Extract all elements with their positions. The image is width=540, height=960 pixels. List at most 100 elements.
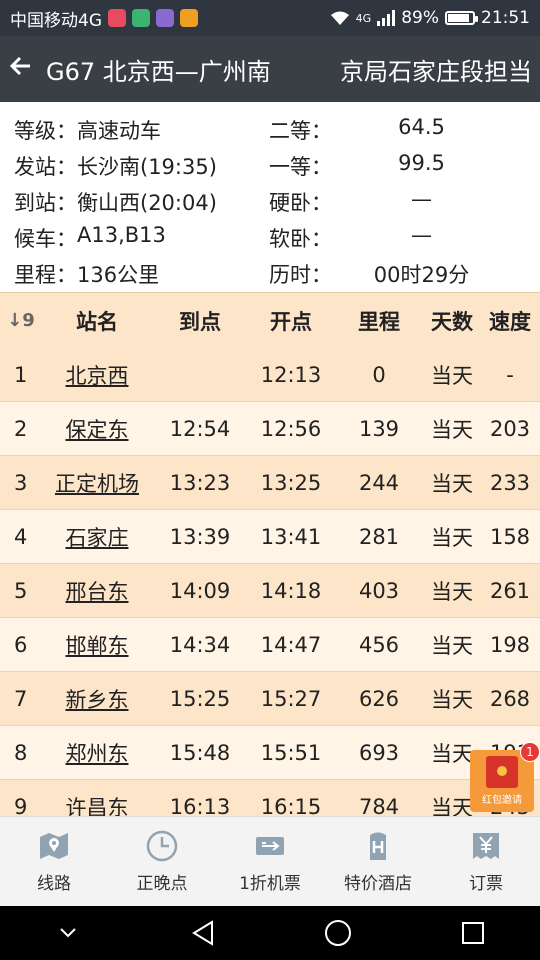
mileage: 626 (358, 686, 400, 711)
speed: - (506, 362, 514, 387)
nav-booking[interactable]: 订票 (432, 817, 540, 906)
back-triangle-icon[interactable] (183, 913, 223, 953)
row-index: 5 (14, 578, 28, 603)
station-link[interactable]: 石家庄 (42, 522, 152, 552)
row-index: 9 (14, 794, 28, 817)
nav-label: 特价酒店 (344, 874, 412, 894)
nav-hotel[interactable]: 特价酒店 (324, 817, 432, 906)
depart-time: 12:13 (260, 362, 322, 387)
header-depart: 开点 (270, 309, 312, 334)
row-index: 2 (14, 416, 28, 441)
station-link[interactable]: 邯郸东 (42, 630, 152, 660)
stops-table-body[interactable]: 1 北京西 12:13 0 当天 - 2 保定东 12:54 12:56 139… (0, 348, 540, 816)
speed: 268 (489, 686, 531, 711)
header-station-name: 站名 (76, 309, 118, 334)
nav-flight[interactable]: 1折机票 (216, 817, 324, 906)
header-speed: 速度 (489, 309, 531, 334)
nav-label: 线路 (37, 874, 71, 894)
sort-icon[interactable]: ↓9 (0, 310, 42, 331)
red-packet-button[interactable]: 红包邀请 1 (470, 742, 540, 812)
arrive-time: 14:34 (169, 632, 231, 657)
info-row: 里程： 136公里 历时： 00时29分 (14, 256, 526, 292)
row-index: 1 (14, 362, 28, 387)
station-link[interactable]: 邢台东 (42, 576, 152, 606)
notification-app-icon-3 (156, 9, 174, 27)
row-index: 8 (14, 740, 28, 765)
depart-time: 15:51 (260, 740, 322, 765)
days: 当天 (431, 417, 473, 442)
depart-time: 14:47 (260, 632, 322, 657)
waiting-room-value: A13,B13 (77, 223, 166, 247)
arrive-time: 13:23 (169, 470, 231, 495)
days: 当天 (431, 525, 473, 550)
days: 当天 (431, 363, 473, 388)
table-row[interactable]: 3 正定机场 13:23 13:25 244 当天 233 (0, 456, 540, 510)
notification-badge: 1 (520, 742, 540, 762)
table-row[interactable]: 1 北京西 12:13 0 当天 - (0, 348, 540, 402)
recents-square-icon[interactable] (453, 913, 493, 953)
nav-label: 1折机票 (239, 874, 301, 894)
arrive-time: 12:54 (169, 416, 231, 441)
train-info-panel: 等级： 高速动车 二等： 64.5 发站： 长沙南(19:35) 一等： 99.5 到站… (0, 102, 540, 292)
speed: 158 (489, 524, 531, 549)
table-row[interactable]: 2 保定东 12:54 12:56 139 当天 203 (0, 402, 540, 456)
mileage-value: 136公里 (77, 263, 160, 287)
notification-app-icon-1 (108, 9, 126, 27)
grade-value: 高速动车 (77, 119, 161, 143)
station-link[interactable]: 正定机场 (42, 468, 152, 498)
nav-route[interactable]: 线路 (0, 817, 108, 906)
signal-icon (377, 10, 396, 26)
plane-ticket-icon (253, 829, 287, 863)
arrive-time: 14:09 (169, 578, 231, 603)
arrive-time: 15:25 (169, 686, 231, 711)
wifi-icon (330, 11, 349, 25)
mileage: 244 (358, 470, 400, 495)
station-link[interactable]: 许昌东 (42, 792, 152, 817)
arrive-time: 13:39 (169, 524, 231, 549)
station-link[interactable]: 北京西 (42, 360, 152, 390)
mileage: 456 (358, 632, 400, 657)
station-link[interactable]: 新乡东 (42, 684, 152, 714)
depart-time: 14:18 (260, 578, 322, 603)
hotel-icon (361, 829, 395, 863)
info-row: 等级： 高速动车 二等： 64.5 (14, 112, 526, 148)
speed: 233 (489, 470, 531, 495)
header-mileage: 里程 (358, 309, 400, 334)
table-row[interactable]: 9 许昌东 16:13 16:15 784 当天 243 (0, 780, 540, 816)
depart-time: 16:15 (260, 794, 322, 817)
table-row[interactable]: 8 郑州东 15:48 15:51 693 当天 191 (0, 726, 540, 780)
chevron-down-icon[interactable] (48, 913, 88, 953)
nav-label: 正晚点 (136, 874, 188, 894)
duration-label: 历时： (269, 263, 332, 287)
table-row[interactable]: 6 邯郸东 14:34 14:47 456 当天 198 (0, 618, 540, 672)
nav-delay[interactable]: 正晚点 (108, 817, 216, 906)
mileage: 0 (372, 362, 386, 387)
days: 当天 (431, 633, 473, 658)
station-link[interactable]: 保定东 (42, 414, 152, 444)
table-row[interactable]: 7 新乡东 15:25 15:27 626 当天 268 (0, 672, 540, 726)
page-title: G67 北京西—广州南 (46, 57, 271, 86)
days: 当天 (431, 687, 473, 712)
arrow-left-icon[interactable] (8, 53, 42, 85)
table-row[interactable]: 4 石家庄 13:39 13:41 281 当天 158 (0, 510, 540, 564)
arrival-value: 衡山西(20:04) (77, 191, 217, 215)
table-row[interactable]: 5 邢台东 14:09 14:18 403 当天 261 (0, 564, 540, 618)
info-row: 候车： A13,B13 软卧： — (14, 220, 526, 256)
depart-time: 12:56 (260, 416, 322, 441)
mileage: 281 (358, 524, 400, 549)
mileage: 784 (358, 794, 400, 817)
station-link[interactable]: 郑州东 (42, 738, 152, 768)
info-row: 到站： 衡山西(20:04) 硬卧： — (14, 184, 526, 220)
map-pin-icon (37, 829, 71, 863)
status-left: 中国移动4G (10, 6, 198, 31)
grade-label: 等级： (14, 119, 77, 143)
hard-sleeper-price: — (411, 187, 432, 211)
home-circle-icon[interactable] (318, 913, 358, 953)
first-class-label: 一等： (269, 155, 332, 179)
system-nav-bar (0, 906, 540, 960)
red-envelope-icon (486, 756, 518, 788)
speed: 198 (489, 632, 531, 657)
network-type-label: 4G (355, 11, 372, 25)
second-class-price: 64.5 (398, 115, 445, 139)
bureau-label: 京局石家庄段担当 (340, 57, 532, 86)
